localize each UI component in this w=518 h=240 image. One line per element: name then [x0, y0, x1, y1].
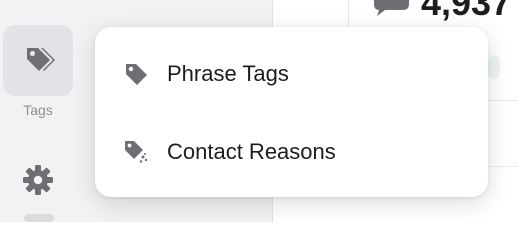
chat-bubble-icon	[374, 0, 409, 16]
menu-item-contact-reasons[interactable]: Contact Reasons	[95, 120, 488, 184]
menu-item-label: Phrase Tags	[167, 61, 289, 86]
tags-icon	[27, 47, 55, 71]
sidebar-next-item	[24, 214, 54, 222]
sidebar-item-tags[interactable]	[3, 25, 73, 96]
status-indicator	[488, 55, 500, 79]
tag-sparkle-icon	[125, 141, 148, 163]
divider	[488, 166, 518, 167]
menu-item-label: Contact Reasons	[167, 139, 336, 164]
stat-value: 4,937	[421, 0, 512, 23]
menu-item-phrase-tags[interactable]: Phrase Tags	[95, 42, 488, 106]
tags-popover-menu: Phrase Tags Contact Reasons	[95, 27, 488, 197]
gear-icon[interactable]	[20, 162, 56, 198]
sidebar-item-tags-label: Tags	[23, 102, 53, 118]
tag-icon	[126, 64, 147, 85]
